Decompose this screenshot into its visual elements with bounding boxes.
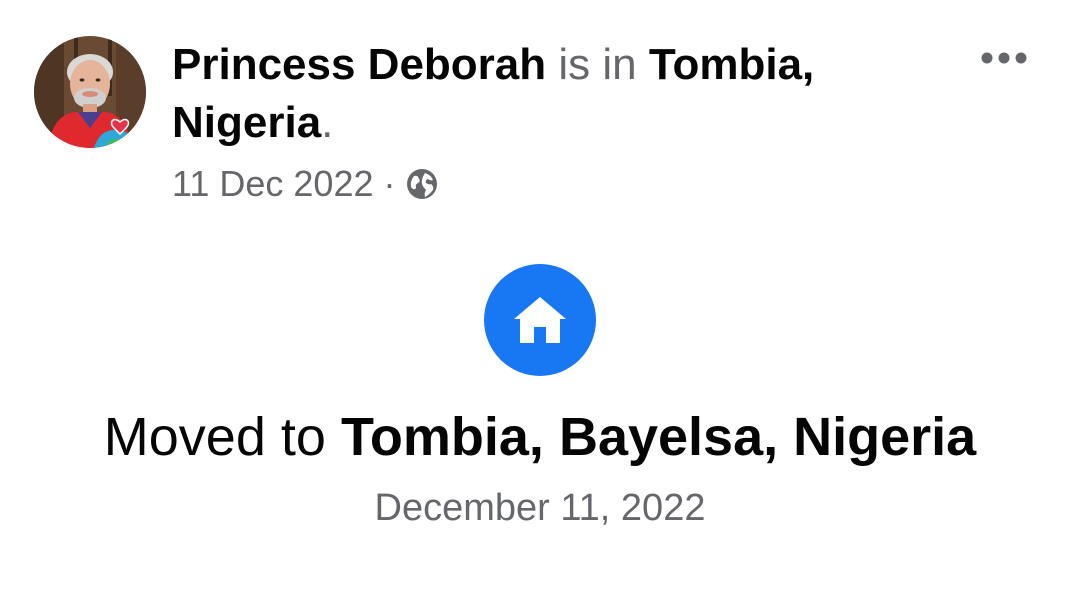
avatar[interactable] (34, 36, 146, 148)
profile-photo (34, 36, 146, 148)
location-link-part2[interactable]: Nigeria (172, 98, 321, 147)
post-meta: 11 Dec 2022 · (172, 160, 439, 208)
life-event-title: Moved to Tombia, Bayelsa, Nigeria (0, 404, 1080, 470)
post-header: Princess Deborah is in Tombia, Nigeria. (172, 36, 932, 152)
life-event-icon-circle (484, 264, 596, 376)
more-options-button[interactable] (972, 36, 1036, 80)
location-link-part1[interactable]: Tombia, (649, 40, 814, 89)
life-event-date: December 11, 2022 (374, 487, 706, 529)
home-icon (514, 297, 566, 343)
globe-icon[interactable] (405, 167, 439, 201)
author-name[interactable]: Princess Deborah (172, 40, 546, 89)
header-period: . (321, 98, 334, 147)
life-event-place[interactable]: Tombia, Bayelsa, Nigeria (341, 407, 976, 467)
life-event-prefix: Moved to (103, 407, 326, 467)
meta-separator: · (383, 163, 396, 204)
post-timestamp[interactable]: 11 Dec 2022 (172, 163, 373, 205)
header-connector: is in (558, 40, 637, 89)
more-options-icon (981, 52, 1027, 64)
